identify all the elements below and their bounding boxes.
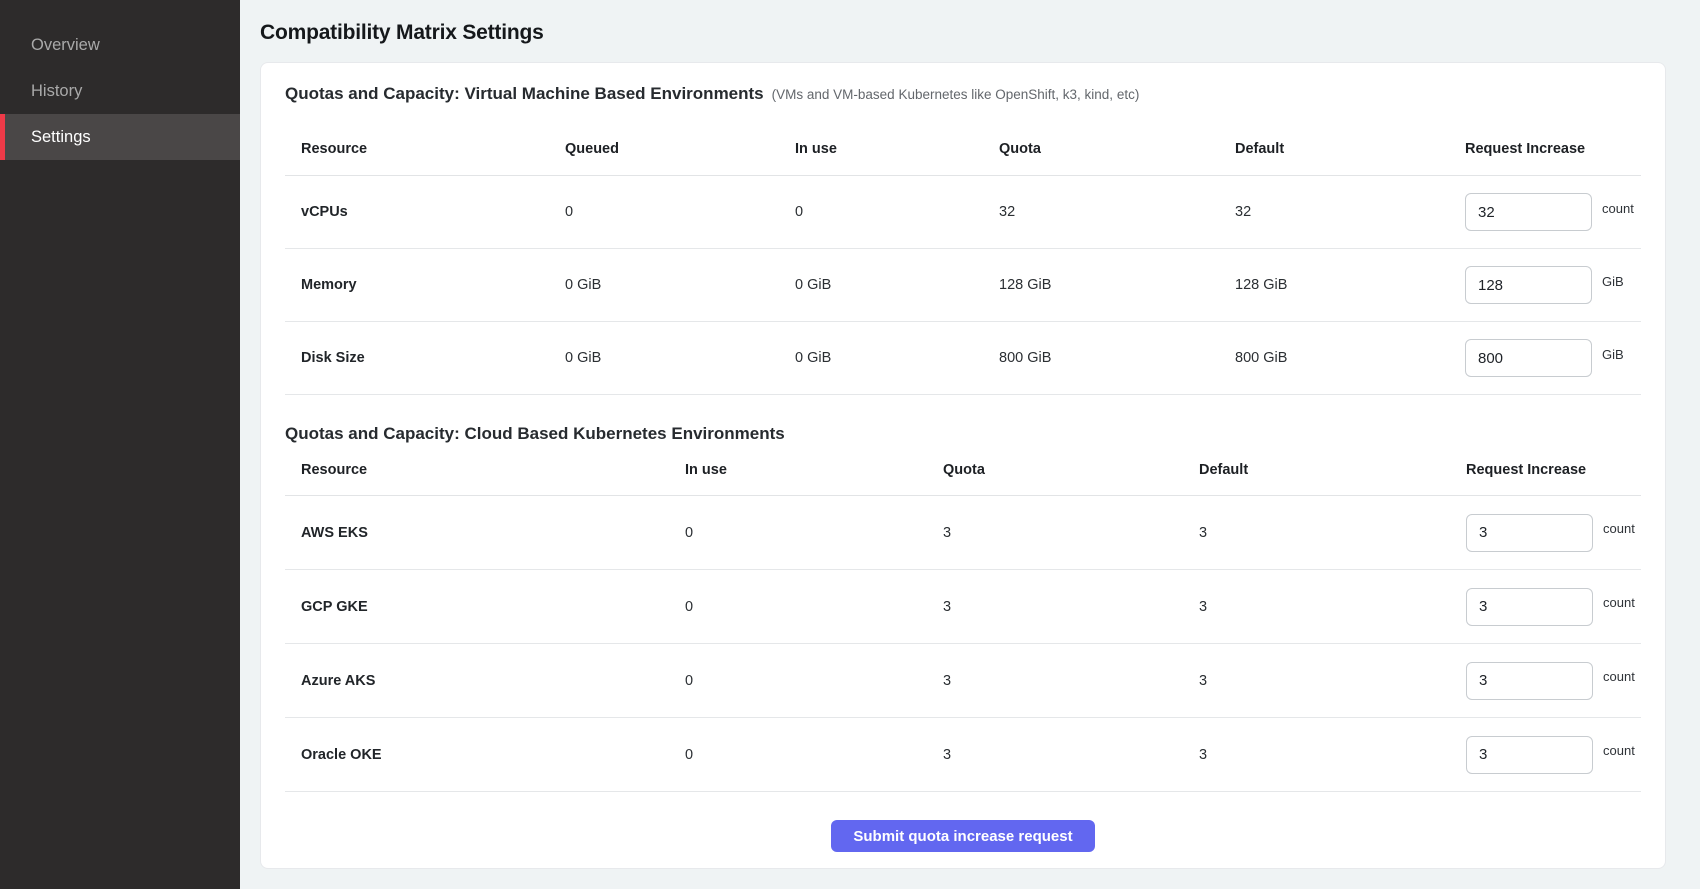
request-increase-cell: count	[1465, 193, 1641, 231]
request-increase-input-memory[interactable]	[1465, 266, 1592, 304]
unit-label: GiB	[1602, 274, 1624, 289]
cell-quota: 3	[943, 673, 1199, 689]
table-body: vCPUs003232countMemory0 GiB0 GiB128 GiB1…	[285, 176, 1641, 395]
column-header-request-increase: Request Increase	[1465, 139, 1641, 159]
table-header-row: ResourceIn useQuotaDefaultRequest Increa…	[285, 460, 1641, 496]
table-row-oracle-oke: Oracle OKE033count	[285, 718, 1641, 792]
table-row-aws-eks: AWS EKS033count	[285, 496, 1641, 570]
column-header-default: Default	[1199, 460, 1466, 480]
request-increase-cell: count	[1466, 662, 1641, 700]
column-header-resource: Resource	[301, 460, 685, 480]
column-header-queued: Queued	[565, 139, 795, 159]
unit-label: count	[1603, 595, 1635, 610]
cell-quota: 3	[943, 525, 1199, 541]
main-content: Compatibility Matrix Settings Quotas and…	[240, 0, 1700, 889]
cell-default: 3	[1199, 599, 1466, 615]
section-subtitle: (VMs and VM-based Kubernetes like OpenSh…	[772, 87, 1140, 102]
section-title: Quotas and Capacity: Virtual Machine Bas…	[285, 84, 764, 103]
column-header-default: Default	[1235, 139, 1465, 159]
resource-name: AWS EKS	[301, 525, 685, 541]
sidebar-item-history[interactable]: History	[0, 68, 240, 114]
unit-label: GiB	[1602, 347, 1624, 362]
table-body: AWS EKS033countGCP GKE033countAzure AKS0…	[285, 496, 1641, 792]
table-row-memory: Memory0 GiB0 GiB128 GiB128 GiBGiB	[285, 249, 1641, 322]
sidebar: OverviewHistorySettings	[0, 0, 240, 889]
cell-in-use: 0	[685, 525, 943, 541]
resource-name: Disk Size	[301, 350, 565, 366]
section-cloud-k8s-environments: Quotas and Capacity: Cloud Based Kuberne…	[285, 423, 1641, 792]
cell-in-use: 0 GiB	[795, 277, 999, 293]
resource-name: GCP GKE	[301, 599, 685, 615]
table-row-disk-size: Disk Size0 GiB0 GiB800 GiB800 GiBGiB	[285, 322, 1641, 395]
cell-in-use: 0	[685, 599, 943, 615]
column-header-in-use: In use	[795, 139, 999, 159]
request-increase-input-disk-size[interactable]	[1465, 339, 1592, 377]
resource-name: vCPUs	[301, 204, 565, 220]
unit-label: count	[1603, 743, 1635, 758]
sidebar-item-settings[interactable]: Settings	[0, 114, 240, 160]
cell-quota: 3	[943, 599, 1199, 615]
column-header-quota: Quota	[999, 139, 1235, 159]
column-header-in-use: In use	[685, 460, 943, 480]
cell-in-use: 0	[795, 204, 999, 220]
section-vm-environments: Quotas and Capacity: Virtual Machine Bas…	[285, 83, 1641, 395]
column-header-resource: Resource	[301, 139, 565, 159]
unit-label: count	[1603, 669, 1635, 684]
resource-name: Azure AKS	[301, 673, 685, 689]
cell-quota: 3	[943, 747, 1199, 763]
cell-in-use: 0	[685, 747, 943, 763]
settings-card: Quotas and Capacity: Virtual Machine Bas…	[260, 62, 1666, 869]
cell-default: 800 GiB	[1235, 350, 1465, 366]
cell-quota: 128 GiB	[999, 277, 1235, 293]
cell-default: 3	[1199, 673, 1466, 689]
unit-label: count	[1602, 201, 1634, 216]
table-row-azure-aks: Azure AKS033count	[285, 644, 1641, 718]
section-header: Quotas and Capacity: Cloud Based Kuberne…	[285, 423, 1641, 445]
submit-quota-increase-button[interactable]: Submit quota increase request	[831, 820, 1094, 852]
cell-default: 3	[1199, 747, 1466, 763]
request-increase-cell: count	[1466, 588, 1641, 626]
table-header-row: ResourceQueuedIn useQuotaDefaultRequest …	[285, 139, 1641, 176]
cell-quota: 800 GiB	[999, 350, 1235, 366]
column-header-quota: Quota	[943, 460, 1199, 480]
sidebar-item-overview[interactable]: Overview	[0, 22, 240, 68]
cell-quota: 32	[999, 204, 1235, 220]
resource-name: Oracle OKE	[301, 747, 685, 763]
section-header: Quotas and Capacity: Virtual Machine Bas…	[285, 83, 1641, 105]
cell-queued: 0 GiB	[565, 350, 795, 366]
cell-queued: 0 GiB	[565, 277, 795, 293]
table-row-vcpus: vCPUs003232count	[285, 176, 1641, 249]
request-increase-input-aws-eks[interactable]	[1466, 514, 1593, 552]
request-increase-input-azure-aks[interactable]	[1466, 662, 1593, 700]
page-title: Compatibility Matrix Settings	[260, 20, 1666, 46]
request-increase-input-gcp-gke[interactable]	[1466, 588, 1593, 626]
unit-label: count	[1603, 521, 1635, 536]
cell-in-use: 0	[685, 673, 943, 689]
cell-in-use: 0 GiB	[795, 350, 999, 366]
resource-name: Memory	[301, 277, 565, 293]
request-increase-cell: count	[1466, 736, 1641, 774]
cell-queued: 0	[565, 204, 795, 220]
request-increase-input-oracle-oke[interactable]	[1466, 736, 1593, 774]
section-title: Quotas and Capacity: Cloud Based Kuberne…	[285, 424, 785, 443]
cell-default: 32	[1235, 204, 1465, 220]
cell-default: 3	[1199, 525, 1466, 541]
request-increase-cell: GiB	[1465, 266, 1641, 304]
column-header-request-increase: Request Increase	[1466, 460, 1641, 480]
table-row-gcp-gke: GCP GKE033count	[285, 570, 1641, 644]
request-increase-input-vcpus[interactable]	[1465, 193, 1592, 231]
cell-default: 128 GiB	[1235, 277, 1465, 293]
request-increase-cell: count	[1466, 514, 1641, 552]
request-increase-cell: GiB	[1465, 339, 1641, 377]
footer-row: Submit quota increase request	[285, 820, 1641, 852]
